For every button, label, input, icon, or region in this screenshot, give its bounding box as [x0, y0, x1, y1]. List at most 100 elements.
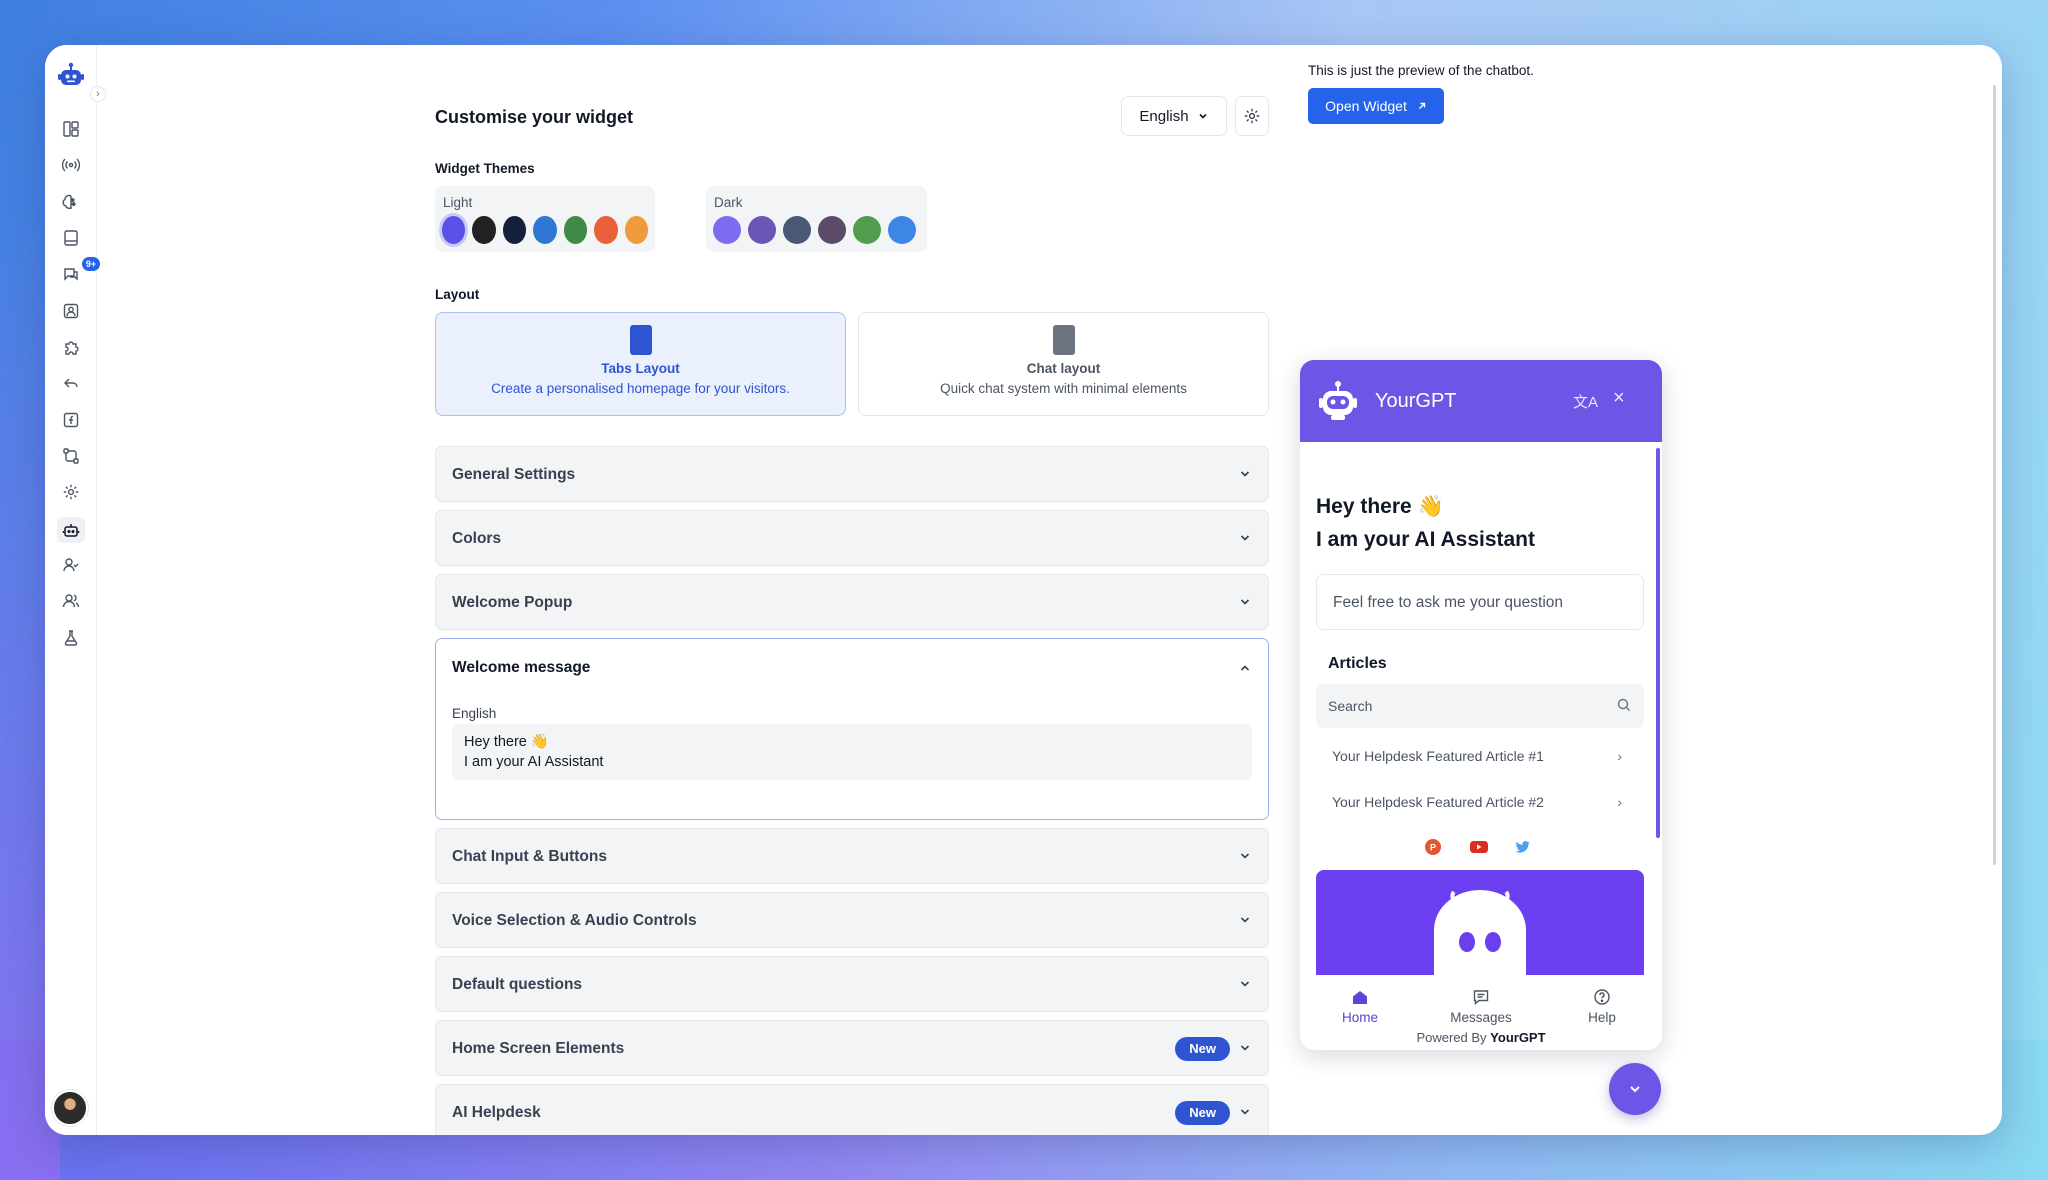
- layout-label: Layout: [435, 287, 480, 302]
- dashboard-icon[interactable]: [60, 118, 82, 140]
- article-item[interactable]: Your Helpdesk Featured Article #1 ›: [1316, 734, 1644, 778]
- user-check-icon[interactable]: [60, 554, 82, 576]
- chevron-down-icon: [1240, 917, 1250, 923]
- accordion-label: AI Helpdesk: [452, 1104, 541, 1121]
- brain-icon[interactable]: [60, 191, 82, 213]
- tabs-layout-title: Tabs Layout: [601, 361, 680, 376]
- broadcast-icon[interactable]: [60, 154, 82, 176]
- dark-swatches: [713, 216, 920, 244]
- bot-icon[interactable]: [57, 517, 85, 543]
- widget-toggle-button[interactable]: [1609, 1063, 1661, 1115]
- sidebar: › 9+: [45, 45, 106, 1135]
- light-theme-swatch-4[interactable]: [533, 216, 557, 244]
- youtube-icon[interactable]: [1469, 838, 1489, 856]
- page-scrollbar[interactable]: [1993, 85, 1996, 865]
- welcome-message-field-label: English: [452, 706, 497, 721]
- messages-icon: [1473, 990, 1489, 1006]
- sidebar-expand-button[interactable]: ›: [90, 86, 106, 102]
- widget-settings-button[interactable]: [1235, 96, 1269, 136]
- chevron-down-icon: [1240, 1045, 1250, 1051]
- accordion-voice-selection[interactable]: Voice Selection & Audio Controls: [435, 892, 1269, 948]
- user-avatar[interactable]: [52, 1090, 88, 1126]
- chat-icon[interactable]: 9+: [60, 257, 100, 285]
- chevron-down-icon: [1199, 113, 1207, 119]
- translate-icon[interactable]: 文A: [1573, 391, 1598, 412]
- widget-greeting: Hey there 👋 I am your AI Assistant: [1316, 495, 1536, 551]
- chevron-down-icon: [1240, 853, 1250, 859]
- flask-icon[interactable]: [60, 627, 82, 649]
- open-widget-button[interactable]: Open Widget: [1308, 88, 1444, 124]
- page-title: Customise your widget: [435, 107, 634, 127]
- chat-layout-card[interactable]: Chat layout Quick chat system with minim…: [858, 312, 1269, 416]
- accordion-label: Welcome Popup: [452, 594, 573, 611]
- ask-question-input[interactable]: Feel free to ask me your question: [1316, 574, 1644, 630]
- accordion-ai-helpdesk[interactable]: AI Helpdesk New: [435, 1084, 1269, 1135]
- workflow-icon[interactable]: [60, 445, 82, 467]
- function-icon[interactable]: [60, 409, 82, 431]
- widget-header: YourGPT 文A ×: [1300, 360, 1662, 442]
- light-theme-swatch-7[interactable]: [624, 216, 648, 244]
- chevron-up-icon[interactable]: [1238, 661, 1252, 675]
- reply-icon[interactable]: [60, 372, 82, 394]
- widget-scrollbar[interactable]: [1656, 448, 1660, 838]
- light-theme-swatch-2[interactable]: [472, 216, 496, 244]
- light-theme-swatch-1[interactable]: [442, 216, 466, 244]
- settings-icon[interactable]: [60, 481, 82, 503]
- yourgpt-logo-icon[interactable]: [57, 61, 85, 89]
- home-icon: [1353, 991, 1367, 1004]
- nav-home-label: Home: [1341, 1010, 1378, 1025]
- light-theme-swatch-5[interactable]: [563, 216, 588, 244]
- promo-banner[interactable]: [1316, 870, 1644, 975]
- accordion-default-questions[interactable]: Default questions: [435, 956, 1269, 1012]
- book-icon[interactable]: [60, 227, 82, 249]
- widget-themes-label: Widget Themes: [435, 161, 535, 176]
- dark-theme-swatch-1[interactable]: [713, 216, 741, 244]
- powered-by: Powered By YourGPT: [1300, 1030, 1662, 1045]
- chevron-down-icon: [1240, 981, 1250, 987]
- nav-messages[interactable]: Messages: [1431, 988, 1531, 1025]
- powered-by-brand: YourGPT: [1490, 1030, 1546, 1045]
- accordion-welcome-message: Welcome message English Hey there 👋 I am…: [435, 638, 1269, 820]
- dark-theme-group: Dark: [706, 186, 927, 252]
- nav-help-label: Help: [1588, 1010, 1616, 1025]
- article-title: Your Helpdesk Featured Article #1: [1332, 748, 1544, 764]
- nav-home[interactable]: Home: [1310, 988, 1410, 1025]
- accordion-label: Colors: [452, 530, 502, 547]
- dark-theme-swatch-3[interactable]: [783, 216, 811, 244]
- dark-theme-swatch-5[interactable]: [853, 216, 881, 244]
- app-window: › 9+ Customise your widget English Widge…: [45, 45, 2002, 1135]
- external-link-icon: [1418, 102, 1426, 109]
- light-theme-swatch-3[interactable]: [502, 216, 527, 244]
- twitter-icon[interactable]: [1514, 838, 1532, 856]
- tabs-layout-card[interactable]: Tabs Layout Create a personalised homepa…: [435, 312, 846, 416]
- open-widget-label: Open Widget: [1325, 98, 1407, 114]
- help-icon: [1594, 989, 1610, 1005]
- close-icon[interactable]: ×: [1613, 387, 1625, 410]
- producthunt-icon[interactable]: P: [1424, 838, 1442, 856]
- accordion-welcome-popup[interactable]: Welcome Popup: [435, 574, 1269, 630]
- welcome-message-textarea[interactable]: Hey there 👋 I am your AI Assistant: [452, 724, 1252, 780]
- chat-layout-desc: Quick chat system with minimal elements: [940, 381, 1187, 396]
- dark-theme-swatch-2[interactable]: [748, 216, 776, 244]
- accordion-general-settings[interactable]: General Settings: [435, 446, 1269, 502]
- dark-theme-swatch-4[interactable]: [818, 216, 846, 244]
- chevron-down-icon: [1240, 471, 1250, 477]
- dark-theme-swatch-6[interactable]: [888, 216, 916, 244]
- puzzle-icon[interactable]: [60, 336, 82, 358]
- accordion-home-screen-elements[interactable]: Home Screen Elements New: [435, 1020, 1269, 1076]
- accordion-colors[interactable]: Colors: [435, 510, 1269, 566]
- language-select[interactable]: English: [1121, 96, 1227, 136]
- contact-icon[interactable]: [60, 300, 82, 322]
- preview-note: This is just the preview of the chatbot.: [1308, 63, 1534, 78]
- light-theme-swatch-6[interactable]: [594, 216, 618, 244]
- article-search-input[interactable]: Search: [1316, 684, 1644, 728]
- nav-help[interactable]: Help: [1552, 988, 1652, 1025]
- chat-layout-icon: [1052, 325, 1075, 355]
- users-icon[interactable]: [60, 590, 82, 612]
- accordion-label[interactable]: Welcome message: [452, 659, 590, 677]
- accordion-label: General Settings: [452, 466, 576, 483]
- dark-theme-label: Dark: [714, 195, 743, 210]
- accordion-chat-input-buttons[interactable]: Chat Input & Buttons: [435, 828, 1269, 884]
- article-item[interactable]: Your Helpdesk Featured Article #2 ›: [1316, 780, 1644, 824]
- chevron-right-icon: ›: [1617, 748, 1622, 764]
